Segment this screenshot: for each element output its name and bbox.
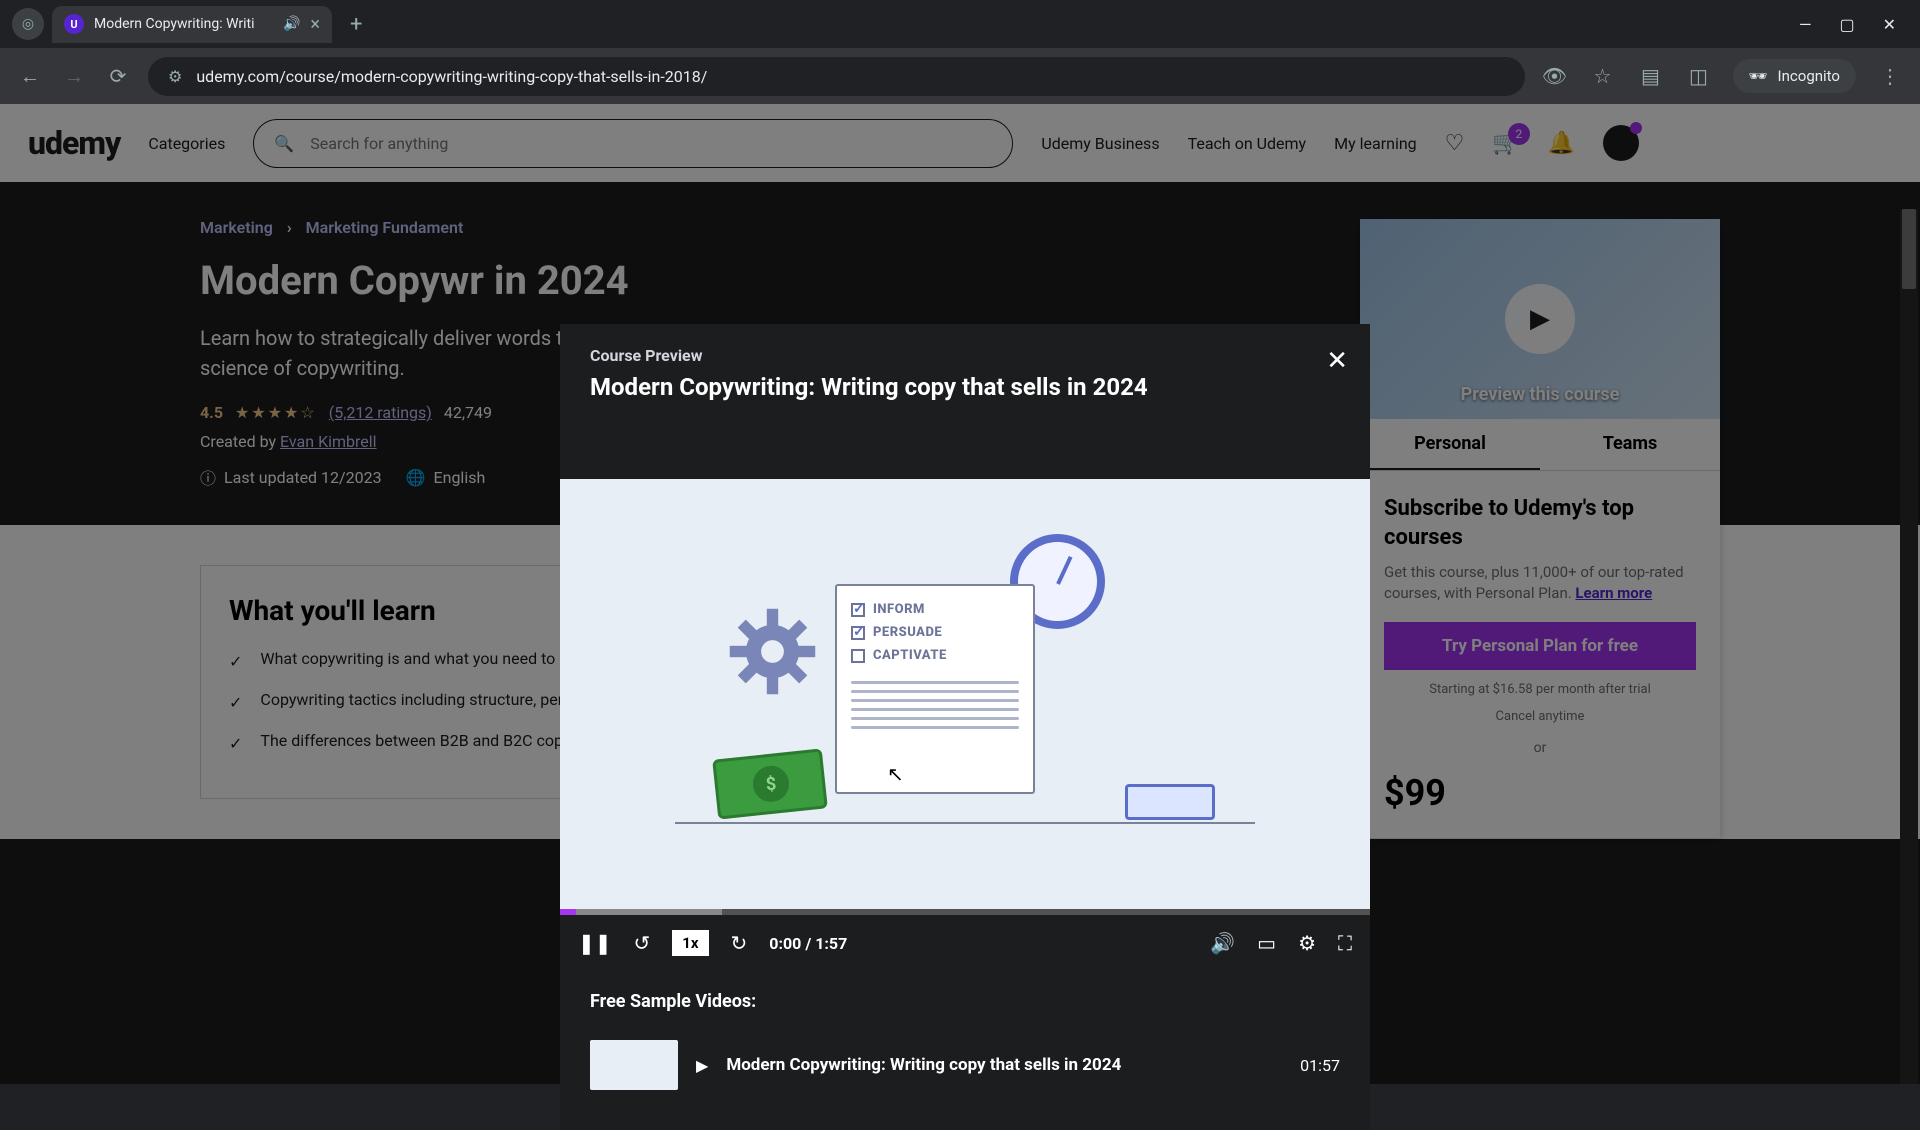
pause-button[interactable]: ❚❚: [578, 931, 612, 955]
play-icon: ▶: [696, 1056, 708, 1075]
nav-bar: ← → ⟳ ⚙ udemy.com/course/modern-copywrit…: [0, 48, 1920, 104]
sample-video-title: Modern Copywriting: Writing copy that se…: [726, 1055, 1282, 1075]
sample-video-row[interactable]: ▶ Modern Copywriting: Writing copy that …: [590, 1030, 1340, 1100]
incognito-badge[interactable]: 🕶 Incognito: [1733, 59, 1857, 93]
modal-eyebrow: Course Preview: [590, 346, 1340, 365]
close-modal-icon[interactable]: ✕: [1326, 346, 1348, 376]
new-tab-button[interactable]: +: [340, 12, 372, 37]
browser-menu-icon[interactable]: ⋮: [1876, 64, 1904, 88]
device-icon: [1125, 784, 1215, 820]
site-settings-icon[interactable]: ⚙: [168, 67, 182, 86]
mouse-cursor-icon: ↖: [887, 762, 904, 786]
volume-icon[interactable]: 🔊: [1210, 931, 1235, 955]
udemy-favicon-icon: U: [64, 14, 84, 34]
tab-title: Modern Copywriting: Writi: [94, 16, 273, 32]
preview-modal: Course Preview Modern Copywriting: Writi…: [560, 324, 1370, 1130]
bookmark-star-icon[interactable]: ☆: [1589, 64, 1617, 88]
settings-gear-icon[interactable]: ⚙: [1298, 931, 1316, 955]
sample-thumbnail: [590, 1040, 678, 1090]
url-bar[interactable]: ⚙ udemy.com/course/modern-copywriting-wr…: [148, 57, 1525, 96]
profile-shield-icon[interactable]: ◎: [12, 8, 44, 40]
forward-icon: →: [60, 64, 88, 89]
video-player[interactable]: INFORM PERSUADE CAPTIVATE ↖: [560, 479, 1370, 909]
window-controls: ― ▢ ✕: [1799, 15, 1908, 34]
close-tab-icon[interactable]: ×: [310, 14, 320, 35]
document-icon: INFORM PERSUADE CAPTIVATE: [835, 584, 1035, 794]
maximize-icon[interactable]: ▢: [1839, 15, 1854, 34]
tab-bar: ◎ U Modern Copywriting: Writi 🔊 × + ― ▢ …: [0, 0, 1920, 48]
sample-section-title: Free Sample Videos:: [590, 991, 1340, 1012]
back-icon[interactable]: ←: [16, 64, 44, 89]
modal-title: Modern Copywriting: Writing copy that se…: [590, 373, 1340, 401]
reload-icon[interactable]: ⟳: [104, 64, 132, 88]
audio-playing-icon[interactable]: 🔊: [283, 16, 300, 32]
money-icon: [712, 748, 828, 819]
reading-list-icon[interactable]: ▤: [1637, 64, 1665, 88]
playback-speed-button[interactable]: 1x: [672, 930, 708, 956]
incognito-label: Incognito: [1778, 67, 1840, 85]
incognito-icon: 🕶: [1749, 67, 1768, 85]
url-text: udemy.com/course/modern-copywriting-writ…: [196, 67, 707, 86]
eye-tracking-icon[interactable]: 👁: [1541, 64, 1569, 88]
gear-icon: [725, 604, 820, 699]
sample-duration: 01:57: [1300, 1056, 1340, 1075]
time-display: 0:00 / 1:57: [769, 934, 847, 953]
rewind-button[interactable]: ↺: [634, 931, 651, 955]
browser-tab[interactable]: U Modern Copywriting: Writi 🔊 ×: [52, 6, 332, 43]
sidepanel-icon[interactable]: ◫: [1685, 64, 1713, 88]
close-window-icon[interactable]: ✕: [1883, 15, 1896, 34]
minimize-icon[interactable]: ―: [1799, 15, 1812, 34]
video-controls: ❚❚ ↺ 1x ↻ 0:00 / 1:57 🔊 ▭ ⚙ ⛶: [560, 915, 1370, 971]
forward-button[interactable]: ↻: [731, 931, 748, 955]
played-segment: [560, 909, 576, 915]
video-frame-illustration: INFORM PERSUADE CAPTIVATE ↖: [705, 544, 1225, 844]
captions-icon[interactable]: ▭: [1257, 931, 1276, 955]
buffered-segment: [560, 909, 722, 915]
fullscreen-icon[interactable]: ⛶: [1338, 931, 1352, 955]
video-progress-bar[interactable]: [560, 909, 1370, 915]
